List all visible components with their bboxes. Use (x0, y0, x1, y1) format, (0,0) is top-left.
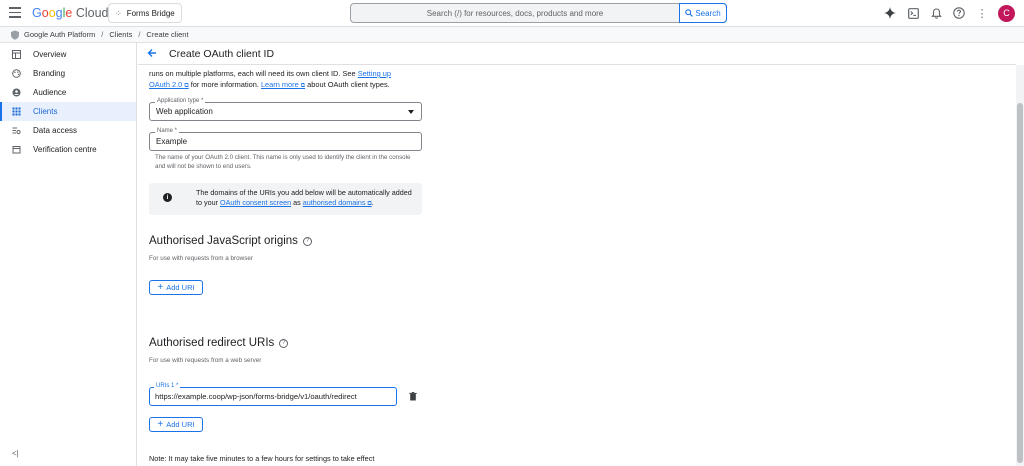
cloud-shell-icon[interactable] (906, 6, 920, 20)
application-type-select[interactable]: Application type * Web application (149, 98, 422, 121)
person-icon (12, 88, 21, 97)
authorised-domains-link[interactable]: authorised domains ⧉ (303, 198, 372, 207)
intro-text: runs on multiple platforms, each will ne… (149, 69, 391, 89)
js-origins-subtitle: For use with requests from a browser (149, 255, 253, 262)
dropdown-caret-icon (408, 110, 414, 114)
sidebar-item-data-access[interactable]: Data access (0, 121, 136, 140)
add-redirect-uri-button[interactable]: + Add URI (149, 417, 203, 432)
project-icon: ⁘ (115, 8, 122, 18)
search-button[interactable]: Search (679, 3, 727, 23)
learn-more-link[interactable]: Learn more ⧉ (261, 80, 305, 89)
palette-icon (12, 69, 21, 78)
redirect-uri-label: URIs 1 * (154, 383, 181, 389)
application-type-label: Application type * (155, 98, 206, 104)
sidebar: Overview Branding Audience Clients Data … (0, 43, 137, 466)
name-label: Name * (155, 128, 180, 134)
page-header: Create OAuth client ID (138, 43, 1016, 65)
dashboard-icon (12, 50, 21, 59)
grid-icon (12, 107, 21, 116)
gemini-sparkle-icon[interactable] (883, 6, 897, 20)
auth-platform-shield-icon (11, 30, 19, 40)
sidebar-item-branding[interactable]: Branding (0, 64, 136, 83)
js-origins-title: Authorised JavaScript origins ? (149, 235, 312, 247)
domains-info-text: The domains of the URIs you add below wi… (196, 188, 412, 207)
add-js-origin-uri-button[interactable]: + Add URI (149, 280, 203, 295)
project-name: Forms Bridge (126, 8, 175, 18)
application-type-value: Web application (156, 107, 213, 116)
collapse-sidebar-icon[interactable]: <| (12, 449, 19, 458)
delete-trash-icon[interactable] (409, 392, 417, 401)
help-circle-icon[interactable]: ? (279, 338, 289, 348)
breadcrumb-clients[interactable]: Clients (109, 30, 132, 39)
search-input[interactable]: Search (/) for resources, docs, products… (351, 4, 679, 22)
breadcrumb-auth-platform[interactable]: Google Auth Platform (24, 30, 95, 39)
breadcrumb: Google Auth Platform / Clients / Create … (0, 27, 1024, 43)
sidebar-item-verification-centre[interactable]: Verification centre (0, 140, 136, 159)
scrollbar[interactable] (1016, 65, 1024, 466)
project-picker-button[interactable]: ⁘ Forms Bridge (108, 3, 182, 23)
top-bar-actions: ⋮ C (883, 4, 1024, 22)
redirect-uris-subtitle: For use with requests from a web server (149, 357, 262, 364)
breadcrumb-separator: / (138, 30, 141, 39)
page-title: Create OAuth client ID (169, 47, 275, 60)
redirect-uri-value: https://example.coop/wp-json/forms-bridg… (155, 392, 357, 401)
search-icon (685, 9, 694, 17)
help-icon[interactable] (952, 6, 966, 20)
back-arrow-icon[interactable] (147, 47, 157, 61)
plus-icon: + (157, 281, 164, 293)
scrollbar-thumb[interactable] (1017, 103, 1023, 463)
settings-delay-note: Note: It may take five minutes to a few … (149, 454, 375, 463)
search-bar: Search (/) for resources, docs, products… (350, 3, 727, 23)
google-cloud-logo[interactable]: Google Cloud (32, 6, 108, 20)
main-content: Create OAuth client ID runs on multiple … (138, 43, 1024, 466)
name-helper-text: The name of your OAuth 2.0 client. This … (155, 154, 411, 170)
hamburger-menu-icon[interactable] (9, 7, 21, 19)
redirect-uris-title: Authorised redirect URIs ? (149, 337, 289, 349)
help-circle-icon[interactable]: ? (302, 236, 312, 246)
top-bar: Google Cloud ⁘ Forms Bridge Search (/) f… (0, 0, 1024, 27)
account-avatar[interactable]: C (998, 4, 1015, 22)
oauth-consent-screen-link[interactable]: OAuth consent screen (220, 198, 291, 207)
breadcrumb-create-client: Create client (146, 30, 189, 39)
redirect-uri-input[interactable]: URIs 1 * https://example.coop/wp-json/fo… (149, 383, 397, 406)
name-field[interactable]: Name * Example (149, 128, 422, 151)
breadcrumb-separator: / (101, 30, 104, 39)
info-icon: i (163, 193, 172, 202)
sidebar-item-overview[interactable]: Overview (0, 45, 136, 64)
plus-icon: + (157, 418, 164, 430)
sidebar-item-clients[interactable]: Clients (0, 102, 136, 121)
more-vert-icon[interactable]: ⋮ (975, 6, 989, 20)
data-access-icon (12, 126, 21, 135)
name-value: Example (156, 137, 188, 146)
calendar-icon (12, 145, 21, 154)
notifications-bell-icon[interactable] (929, 6, 943, 20)
sidebar-item-audience[interactable]: Audience (0, 83, 136, 102)
domains-info-box: i The domains of the URIs you add below … (149, 183, 422, 215)
